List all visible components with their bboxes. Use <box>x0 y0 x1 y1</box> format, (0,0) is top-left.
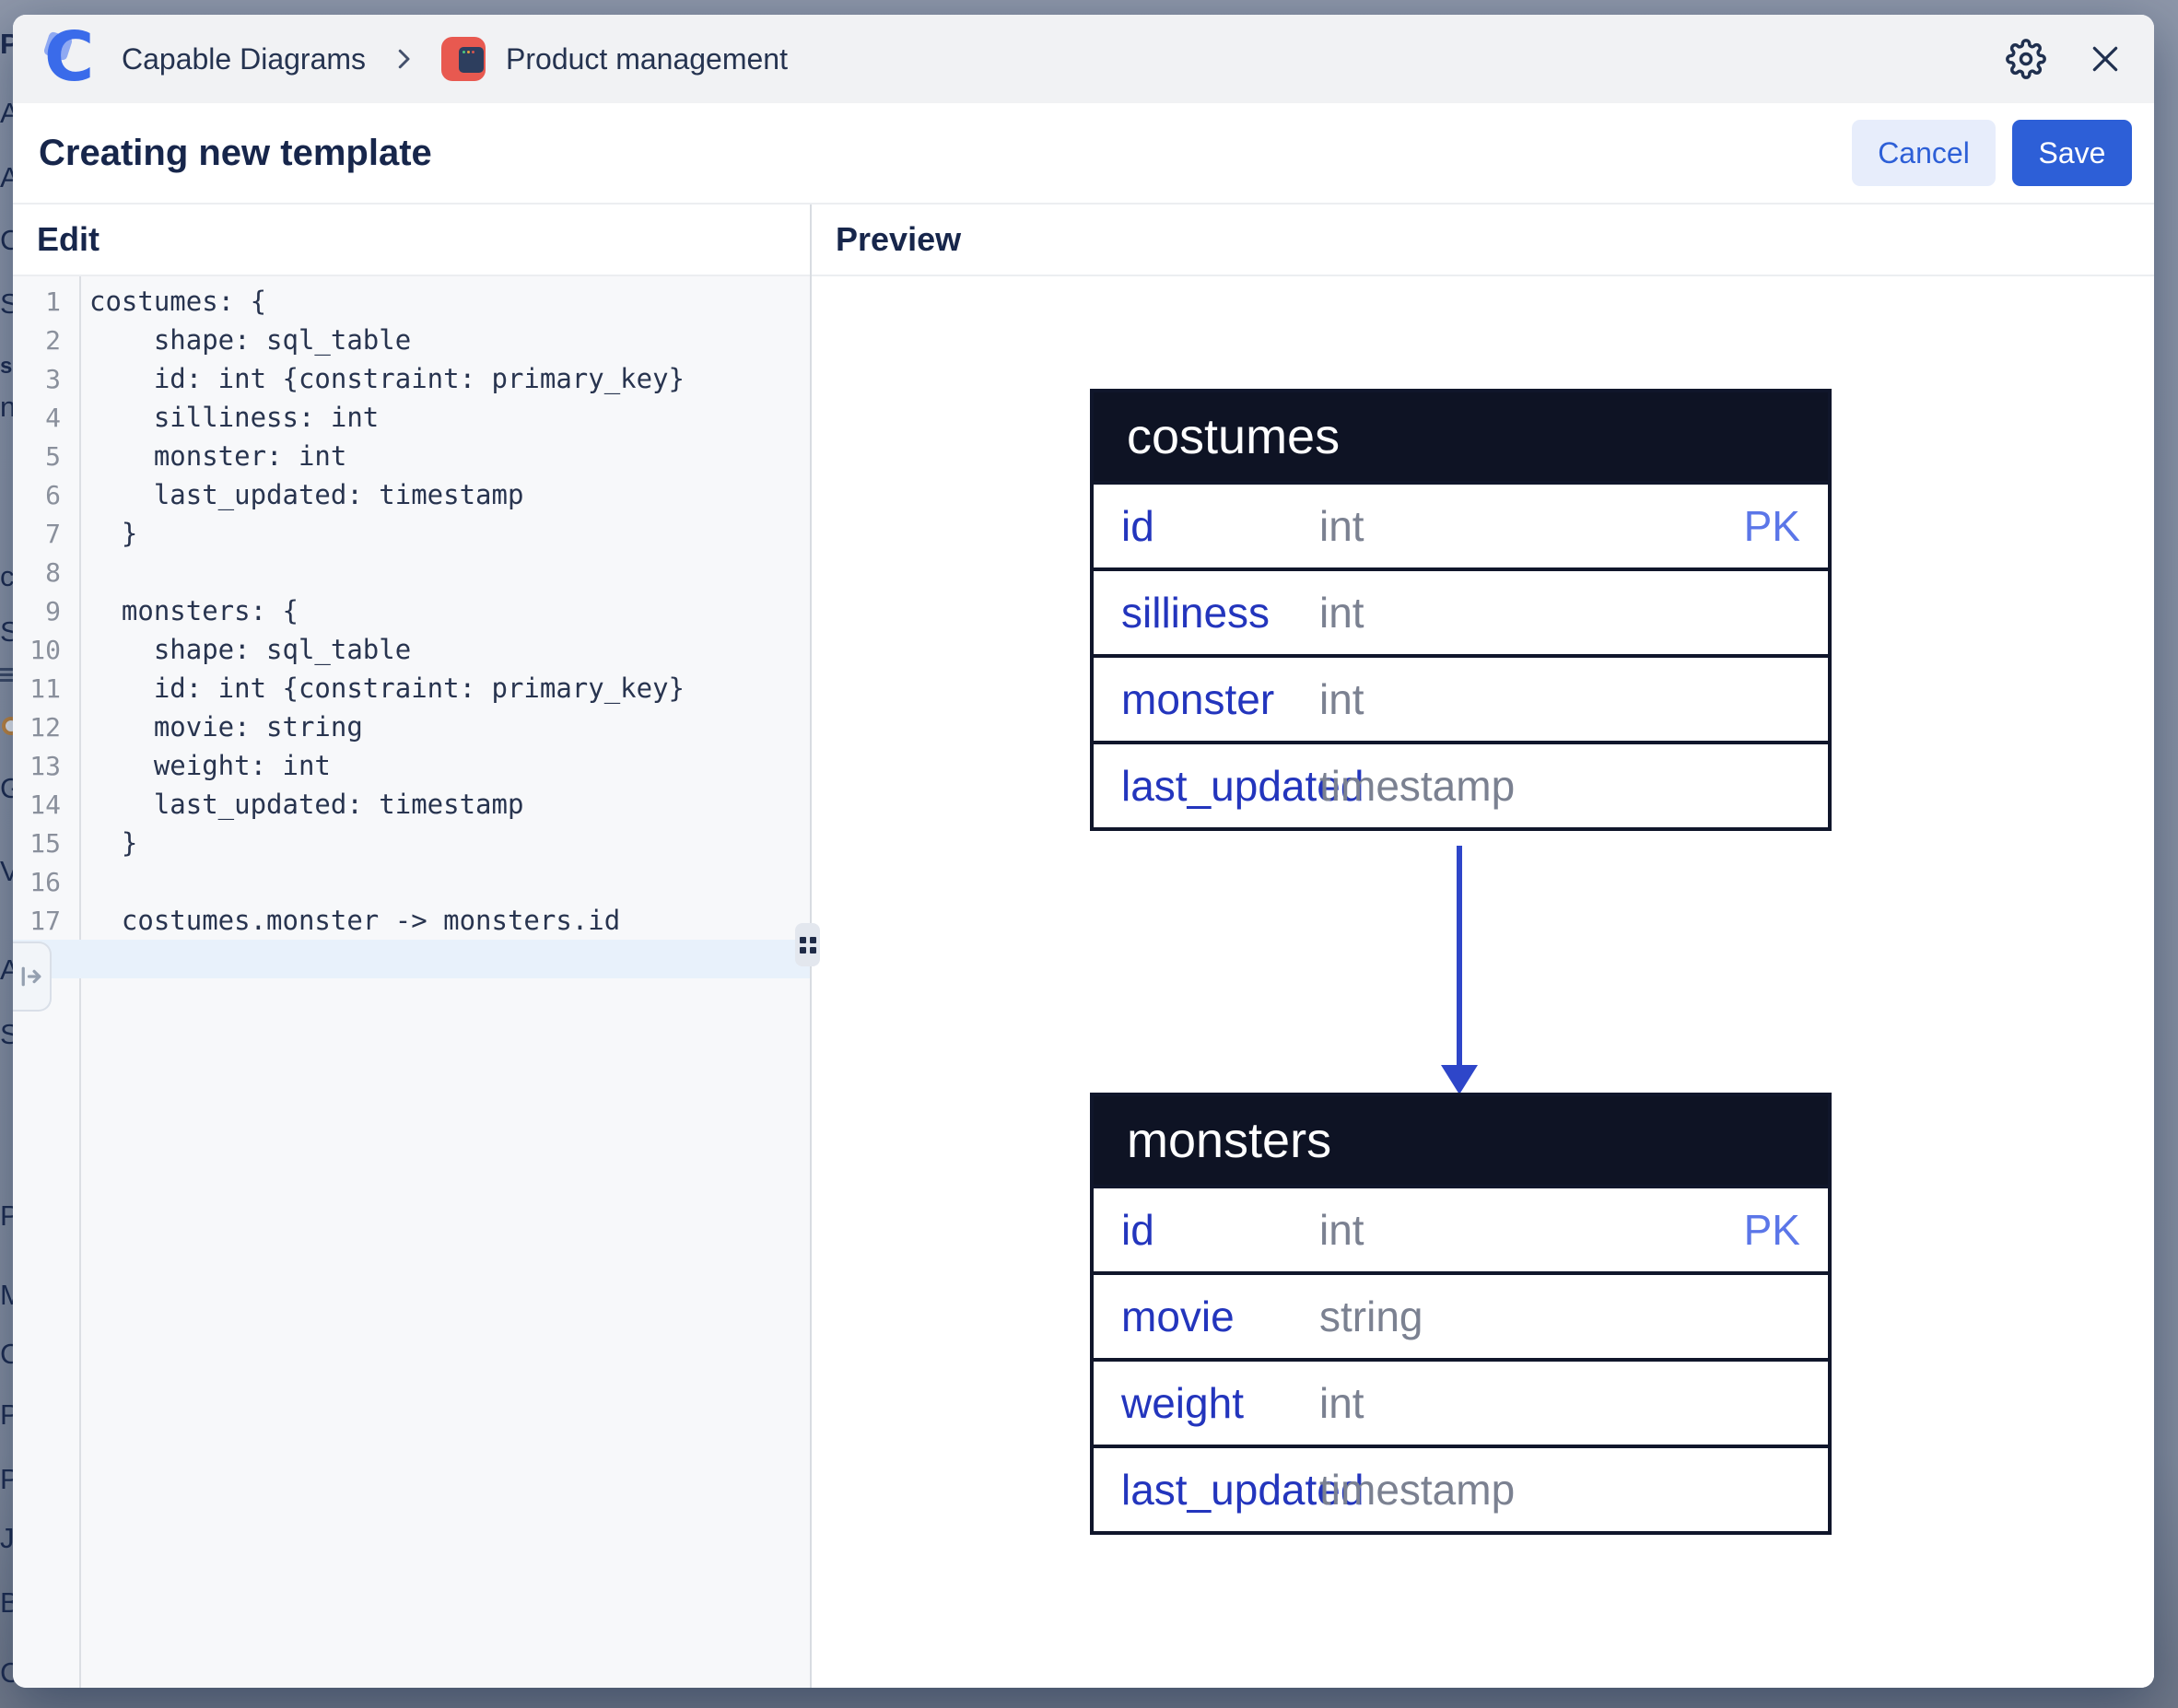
line-number: 12 <box>13 712 61 743</box>
pane-resize-handle[interactable] <box>795 923 820 966</box>
edit-pane: Edit 1costumes: { 2 shape: sql_table 3 i… <box>13 205 812 1688</box>
table-row: moviestring <box>1094 1271 1828 1358</box>
line-number: 17 <box>13 906 61 936</box>
code-line[interactable]: 5 monster: int <box>13 437 810 475</box>
line-number: 3 <box>13 364 61 394</box>
code-editor[interactable]: 1costumes: { 2 shape: sql_table 3 id: in… <box>13 276 810 1688</box>
bg-fragment: sh <box>0 354 14 380</box>
table-row: monsterint <box>1094 654 1828 741</box>
primary-key-badge: PK <box>1744 501 1800 551</box>
code-line[interactable]: 11 id: int {constraint: primary_key} <box>13 669 810 708</box>
line-number: 2 <box>13 325 61 356</box>
code-line[interactable]: 17 costumes.monster -> monsters.id <box>13 901 810 940</box>
line-number: 10 <box>13 635 61 665</box>
bg-fragment: nc <box>0 391 14 424</box>
table-row: sillinessint <box>1094 567 1828 654</box>
sql-table-costumes[interactable]: costumes idintPK sillinessint monsterint… <box>1090 389 1832 831</box>
bg-fragment: M <box>0 1279 14 1312</box>
page-title: Creating new template <box>39 133 432 174</box>
line-number: 1 <box>13 287 61 317</box>
line-number: 7 <box>13 519 61 549</box>
bg-fragment: An <box>0 161 14 194</box>
bg-fragment: Sp <box>0 287 14 321</box>
bg-fragment: Ar <box>0 953 14 987</box>
collapse-editor-button[interactable] <box>13 942 52 1012</box>
bg-fragment: Pr <box>0 28 14 61</box>
settings-gear-icon[interactable] <box>2005 38 2047 80</box>
code-line[interactable]: 10 shape: sql_table <box>13 630 810 669</box>
bg-fragment: Ce <box>0 224 14 257</box>
bar-arrow-right-icon <box>18 963 45 990</box>
bg-fragment: Ca <box>0 1656 14 1690</box>
edit-pane-header: Edit <box>13 205 810 276</box>
line-number: 8 <box>13 557 61 588</box>
code-line[interactable]: 12 movie: string <box>13 708 810 746</box>
chevron-right-icon <box>390 45 417 73</box>
code-line[interactable]: 14 last_updated: timestamp <box>13 785 810 824</box>
relationship-arrowhead-icon <box>1441 1065 1478 1094</box>
code-line[interactable]: 7 } <box>13 514 810 553</box>
code-line[interactable]: 13 weight: int <box>13 746 810 785</box>
bg-fragment: Vi <box>0 855 14 888</box>
product-management-icon <box>441 37 486 81</box>
preview-pane-header: Preview <box>812 205 2154 276</box>
modal-topbar: C Capable Diagrams Product management <box>13 15 2154 103</box>
code-line[interactable]: 9 monsters: { <box>13 591 810 630</box>
bg-waves-icon <box>0 665 14 684</box>
bg-fragment: By <box>0 1586 14 1620</box>
code-line[interactable]: 16 <box>13 862 810 901</box>
line-number: 9 <box>13 596 61 626</box>
modal-titlebar: Creating new template Cancel Save <box>13 103 2154 205</box>
sql-table-monsters[interactable]: monsters idintPK moviestring weightint l… <box>1090 1093 1832 1535</box>
table-row: idintPK <box>1094 1185 1828 1271</box>
line-number: 15 <box>13 828 61 859</box>
bg-fragment: Pr <box>0 1199 14 1233</box>
code-line[interactable]: 8 <box>13 553 810 591</box>
new-template-modal: C Capable Diagrams Product management <box>13 15 2154 1688</box>
edit-pane-label: Edit <box>37 220 100 259</box>
close-icon[interactable] <box>2084 38 2126 80</box>
breadcrumb-app-name[interactable]: Capable Diagrams <box>122 42 366 76</box>
cancel-button[interactable]: Cancel <box>1852 120 1996 186</box>
code-line[interactable]: 6 last_updated: timestamp <box>13 475 810 514</box>
capable-diagrams-logo-icon: C <box>44 30 100 88</box>
preview-pane-label: Preview <box>836 220 961 259</box>
background-app-strip: Pr Al An Ce Sp sh nc co Se Ge Vi Ar Se P… <box>0 0 14 1708</box>
table-header: monsters <box>1094 1096 1828 1185</box>
line-number: 4 <box>13 403 61 433</box>
breadcrumb-page-name[interactable]: Product management <box>506 42 788 76</box>
line-number: 11 <box>13 673 61 704</box>
bg-fragment: Se <box>0 1018 14 1051</box>
code-line[interactable]: 4 silliness: int <box>13 398 810 437</box>
bg-fragment: Ge <box>0 772 14 805</box>
bg-fragment: Pr <box>0 1398 14 1432</box>
save-button[interactable]: Save <box>2012 120 2132 186</box>
table-header: costumes <box>1094 392 1828 481</box>
line-number: 14 <box>13 790 61 820</box>
bg-fragment: Cl <box>0 1338 14 1371</box>
table-row: last_updatedtimestamp <box>1094 741 1828 827</box>
primary-key-badge: PK <box>1744 1205 1800 1255</box>
bg-fragment: Jl <box>0 1522 14 1555</box>
preview-pane: Preview costumes idintPK sillinessint mo… <box>812 205 2154 1688</box>
edit-preview-split: Edit 1costumes: { 2 shape: sql_table 3 i… <box>13 205 2154 1688</box>
code-line[interactable]: 2 shape: sql_table <box>13 321 810 359</box>
table-row: last_updatedtimestamp <box>1094 1445 1828 1531</box>
code-line[interactable]: 3 id: int {constraint: primary_key} <box>13 359 810 398</box>
bg-fragment: Pr <box>0 1463 14 1496</box>
bg-fragment: Al <box>0 97 14 130</box>
code-line[interactable]: 1costumes: { <box>13 282 810 321</box>
current-line-highlight[interactable] <box>13 940 810 978</box>
diagram-canvas[interactable]: costumes idintPK sillinessint monsterint… <box>812 276 2154 1688</box>
code-line[interactable]: 15 } <box>13 824 810 862</box>
table-row: weightint <box>1094 1358 1828 1445</box>
line-number: 6 <box>13 480 61 510</box>
table-row: idintPK <box>1094 481 1828 567</box>
bg-fragment: Se <box>0 615 14 649</box>
line-number: 5 <box>13 441 61 472</box>
bg-fragment: co <box>0 560 14 593</box>
relationship-arrow <box>1457 846 1462 1067</box>
line-number: 13 <box>13 751 61 781</box>
line-number: 16 <box>13 867 61 897</box>
